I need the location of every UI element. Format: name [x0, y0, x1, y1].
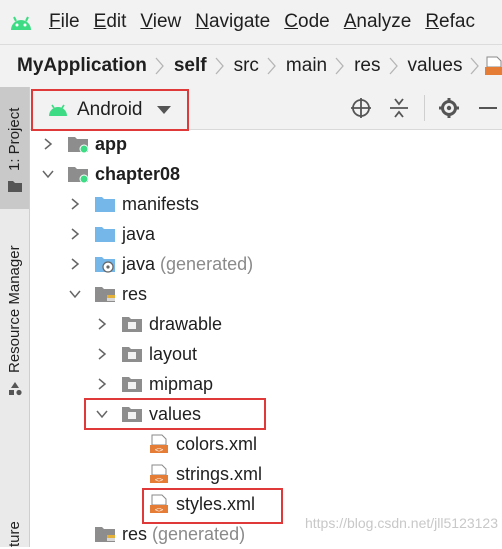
- chevron-right-icon: [98, 378, 107, 390]
- watermark: https://blog.csdn.net/jll5123123: [304, 515, 498, 531]
- breadcrumb-main[interactable]: main: [269, 55, 327, 77]
- tree-label: drawable: [149, 313, 223, 334]
- chevron-right-icon: [44, 138, 53, 150]
- folder-icon: [122, 317, 142, 332]
- tree-label: java: [122, 253, 156, 274]
- menu-navigate[interactable]: Navigate: [195, 11, 270, 33]
- tab-resource-manager[interactable]: Resource Manager: [0, 227, 29, 407]
- chevron-right-icon: [98, 348, 107, 360]
- chevron-down-icon: [42, 170, 54, 179]
- tab-structure[interactable]: ture: [0, 507, 29, 547]
- chevron-right-icon: [71, 198, 80, 210]
- chevron-right-icon: [71, 228, 80, 240]
- tab-resource-manager-label: Resource Manager: [6, 245, 23, 373]
- generated-source-folder-icon: [95, 257, 115, 273]
- gear-icon[interactable]: [438, 97, 460, 119]
- tree-row-chapter08[interactable]: chapter08: [42, 159, 180, 189]
- project-tree: app chapter08 manifests java java (gener…: [30, 129, 502, 547]
- folder-icon: [122, 377, 142, 392]
- folder-icon: [122, 347, 142, 362]
- chevron-down-icon: [156, 106, 171, 114]
- source-folder-icon: [95, 227, 115, 242]
- breadcrumb-module[interactable]: self: [157, 55, 207, 77]
- tree-row-layout[interactable]: layout: [96, 339, 197, 369]
- view-mode-label: Android: [77, 99, 143, 120]
- tree-row-app[interactable]: app: [42, 129, 127, 159]
- breadcrumb-res[interactable]: res: [337, 55, 380, 77]
- tab-structure-label: ture: [6, 521, 23, 547]
- highlight-values: [84, 398, 266, 430]
- resources-icon: [9, 382, 22, 396]
- android-logo-icon: [11, 16, 31, 30]
- tree-label: mipmap: [149, 373, 214, 394]
- tree-row-res[interactable]: res: [69, 279, 147, 309]
- tree-row-java-generated[interactable]: java (generated): [69, 249, 253, 279]
- menu-edit[interactable]: Edit: [94, 11, 127, 33]
- module-folder-icon: [68, 137, 89, 154]
- minimize-icon[interactable]: [476, 97, 498, 119]
- breadcrumb-src[interactable]: src: [217, 55, 259, 77]
- highlight-styles-xml: [142, 488, 283, 524]
- tree-label: chapter08: [95, 163, 181, 184]
- svg-text:<>: <>: [155, 476, 163, 484]
- tree-label: strings.xml: [176, 463, 263, 484]
- tool-window-strip: 1: Project Resource Manager ture: [0, 87, 30, 547]
- module-folder-icon: [68, 167, 89, 184]
- project-panel-header: Android: [30, 87, 502, 131]
- menu-view[interactable]: View: [140, 11, 181, 33]
- crosshair-icon[interactable]: [350, 97, 372, 119]
- tree-row-strings-xml[interactable]: <> strings.xml: [123, 459, 262, 489]
- tree-label: java: [122, 223, 156, 244]
- resource-folder-icon: [95, 287, 115, 302]
- generated-suffix: (generated): [160, 253, 254, 274]
- tree-label: layout: [149, 343, 198, 364]
- breadcrumb-project[interactable]: MyApplication: [0, 55, 147, 77]
- resource-folder-icon: [95, 527, 115, 542]
- tree-label: app: [95, 133, 128, 154]
- view-mode-dropdown[interactable]: Android: [31, 89, 189, 131]
- chevron-down-icon: [69, 290, 81, 299]
- toolbar-divider: [424, 95, 425, 121]
- tree-row-manifests[interactable]: manifests: [69, 189, 199, 219]
- tree-label: manifests: [122, 193, 200, 214]
- menu-bar: File Edit View Navigate Code Analyze Ref…: [0, 0, 502, 44]
- breadcrumb-values[interactable]: values: [391, 55, 463, 77]
- tree-row-mipmap[interactable]: mipmap: [96, 369, 213, 399]
- android-icon: [49, 104, 67, 116]
- tree-label: colors.xml: [176, 433, 258, 454]
- xml-file-icon: <>: [150, 464, 168, 484]
- tab-project-label: 1: Project: [6, 107, 23, 171]
- menu-refactor[interactable]: Refac: [425, 11, 475, 33]
- tab-project[interactable]: 1: Project: [0, 87, 29, 209]
- chevron-right-icon: [98, 318, 107, 330]
- folder-icon: [95, 197, 115, 212]
- xml-file-icon: [485, 56, 502, 75]
- tree-row-colors-xml[interactable]: <> colors.xml: [123, 429, 257, 459]
- menu-code[interactable]: Code: [284, 11, 329, 33]
- breadcrumb: MyApplication self src main res values s: [0, 44, 502, 88]
- tree-row-java[interactable]: java: [69, 219, 155, 249]
- tree-row-drawable[interactable]: drawable: [96, 309, 222, 339]
- menu-analyze[interactable]: Analyze: [344, 11, 412, 33]
- chevron-right-icon: [71, 258, 80, 270]
- collapse-all-icon[interactable]: [388, 97, 410, 119]
- folder-icon: [8, 181, 22, 192]
- tree-label: res: [122, 523, 148, 544]
- svg-text:<>: <>: [155, 446, 163, 454]
- generated-suffix: (generated): [152, 523, 246, 544]
- chevron-right-icon: [470, 57, 480, 75]
- tree-label: res: [122, 283, 148, 304]
- menu-file[interactable]: File: [49, 11, 80, 33]
- xml-file-icon: <>: [150, 434, 168, 454]
